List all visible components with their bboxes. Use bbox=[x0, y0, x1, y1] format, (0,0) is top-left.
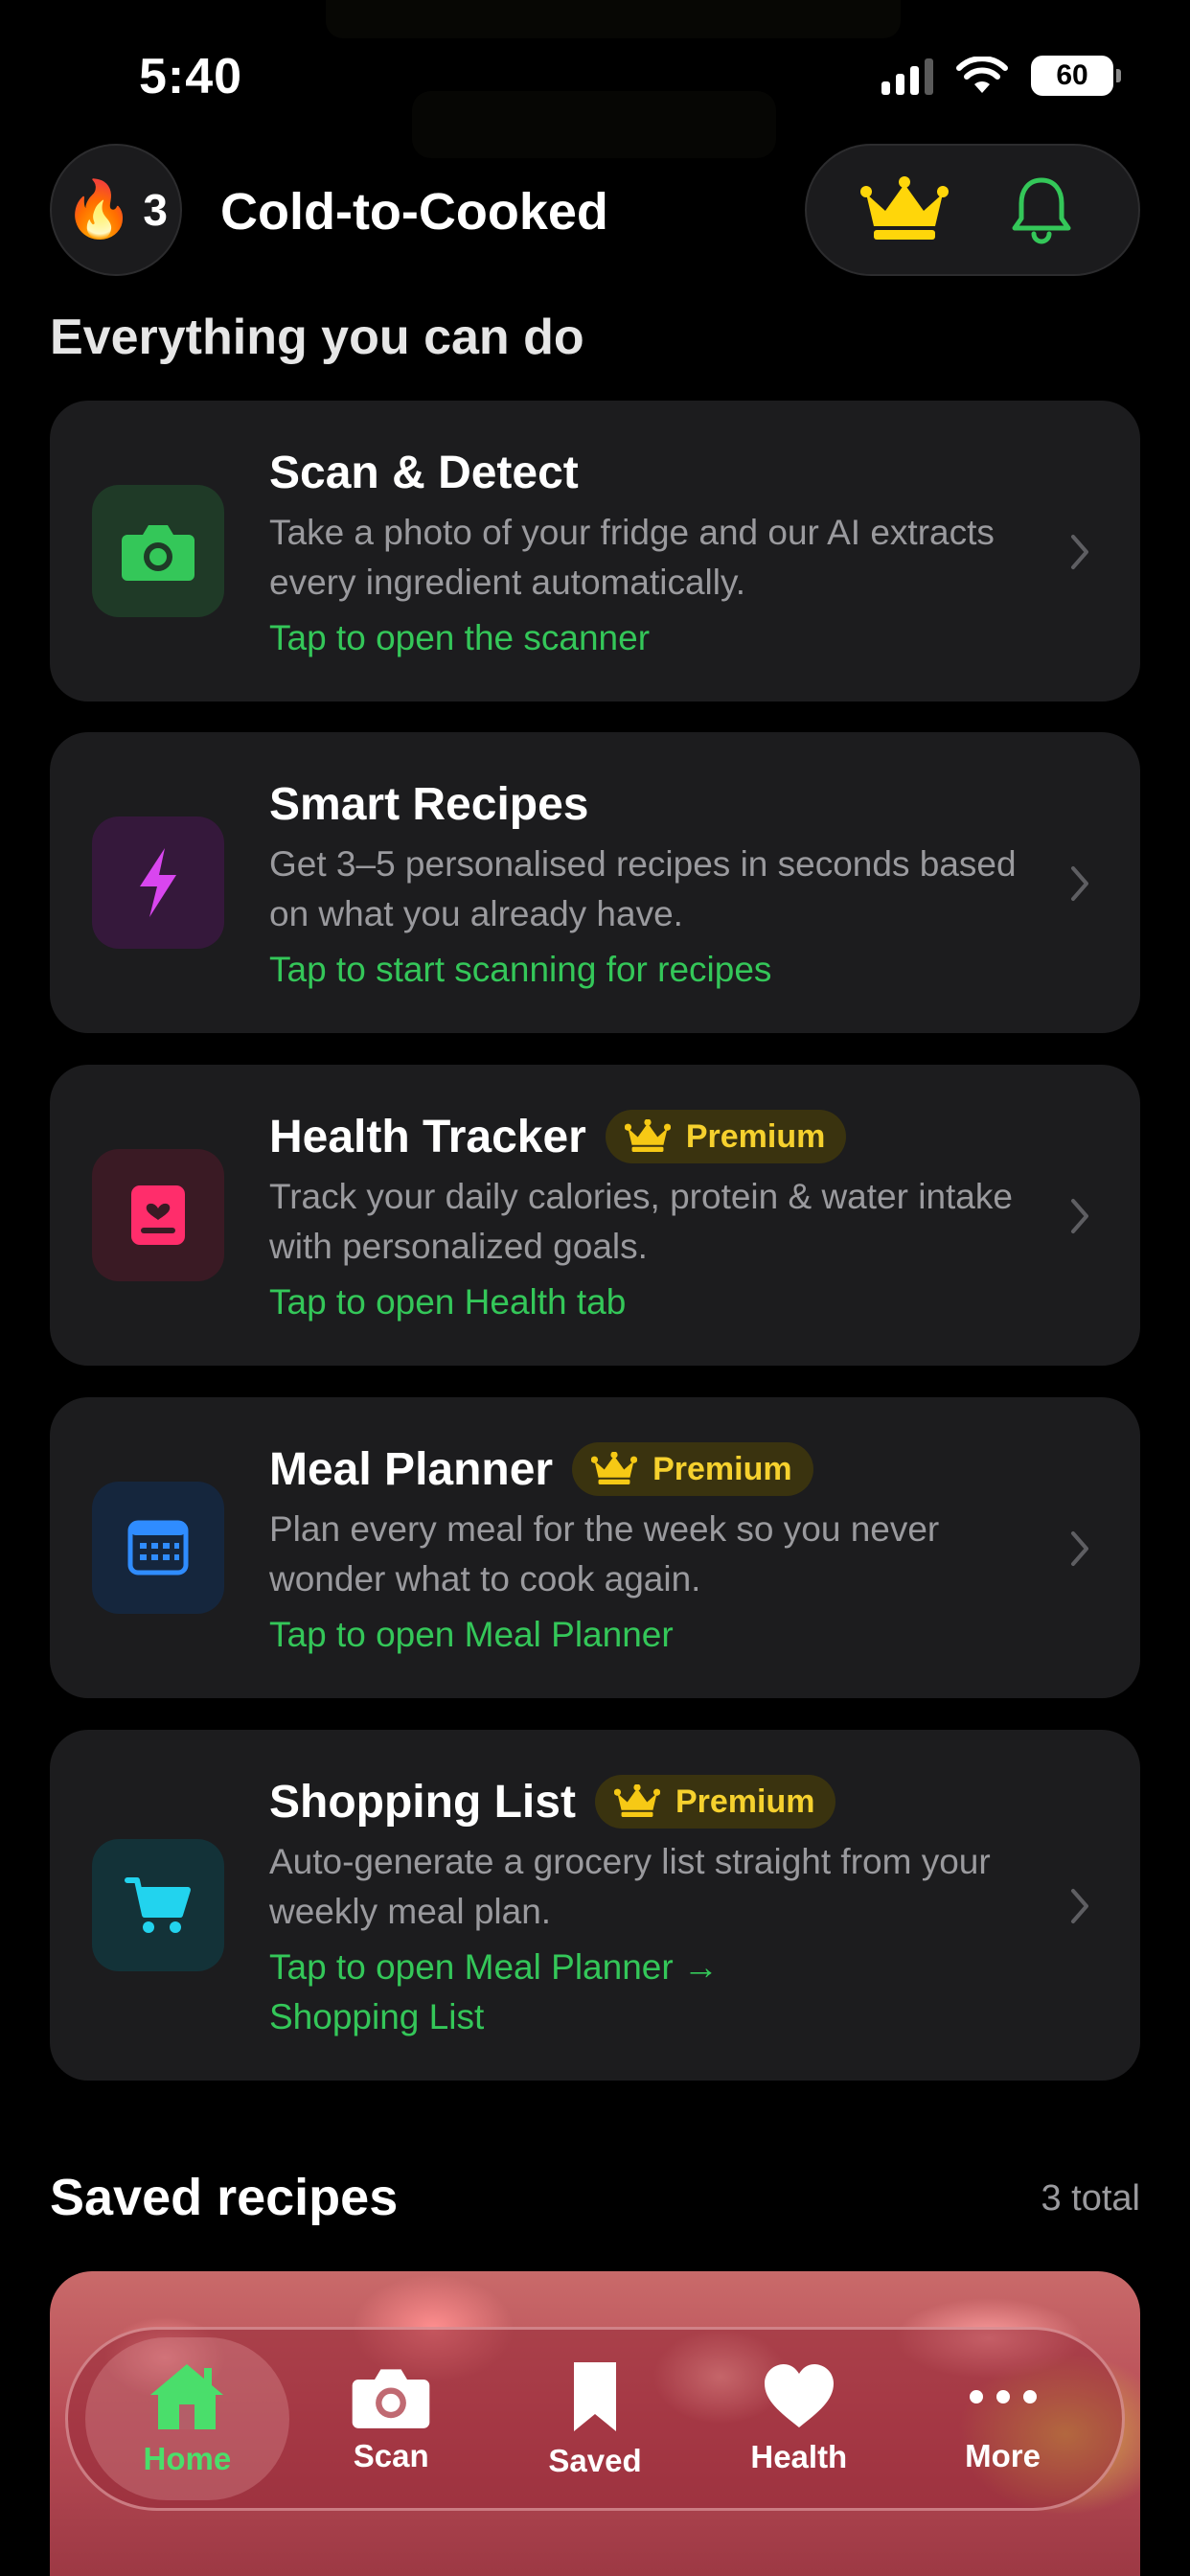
health-card-icon bbox=[92, 1149, 224, 1281]
tab-label: Health bbox=[750, 2439, 848, 2474]
premium-badge: Premium bbox=[594, 1775, 836, 1828]
more-icon bbox=[969, 2390, 1037, 2404]
tab-more[interactable]: More bbox=[901, 2337, 1105, 2500]
crown-icon bbox=[859, 176, 949, 240]
feature-description: Auto-generate a grocery list straight fr… bbox=[269, 1842, 991, 1931]
tab-bar: Home Scan Saved Health More bbox=[65, 2327, 1125, 2511]
section-title: Everything you can do bbox=[50, 310, 584, 365]
feature-title: Health Tracker bbox=[269, 1111, 586, 1162]
streak-count: 3 bbox=[143, 185, 168, 235]
feature-description: Track your daily calories, protein & wat… bbox=[269, 1177, 1013, 1266]
saved-recipes-count: 3 total bbox=[1041, 2178, 1140, 2219]
home-screen: 5:40 60 🔥 3 Cold-to-Cooked Everything yo… bbox=[0, 0, 1190, 2576]
flame-icon: 🔥 bbox=[64, 178, 134, 241]
premium-badge-label: Premium bbox=[675, 1782, 815, 1820]
bell-icon bbox=[1012, 177, 1070, 244]
feature-description: Take a photo of your fridge and our AI e… bbox=[269, 513, 995, 602]
battery-indicator: 60 bbox=[1031, 56, 1121, 96]
status-time: 5:40 bbox=[139, 49, 243, 104]
crown-icon bbox=[591, 1452, 638, 1484]
home-icon bbox=[150, 2364, 224, 2429]
streak-button[interactable]: 🔥 3 bbox=[50, 144, 182, 276]
feature-cta-link[interactable]: Tap to open Health tab bbox=[269, 1277, 1035, 1327]
crown-icon bbox=[624, 1119, 671, 1152]
chevron-right-icon bbox=[1071, 866, 1088, 901]
feature-title: Smart Recipes bbox=[269, 778, 589, 830]
camera-icon bbox=[352, 2369, 430, 2428]
calendar-icon bbox=[92, 1482, 224, 1614]
feature-card-smart-recipes[interactable]: Smart Recipes Get 3–5 personalised recip… bbox=[50, 732, 1140, 1033]
chevron-right-icon bbox=[1071, 535, 1088, 569]
heart-icon bbox=[764, 2364, 834, 2427]
feature-cta-link[interactable]: Tap to open Meal Planner → Shopping List bbox=[269, 1943, 806, 2042]
tab-label: Home bbox=[143, 2441, 232, 2476]
tab-label: Saved bbox=[548, 2443, 642, 2478]
app-title: Cold-to-Cooked bbox=[220, 183, 608, 241]
feature-cta-link[interactable]: Tap to open the scanner bbox=[269, 613, 1035, 663]
lightning-icon bbox=[92, 816, 224, 949]
tab-label: More bbox=[965, 2438, 1041, 2473]
tab-home[interactable]: Home bbox=[85, 2337, 289, 2500]
camera-icon bbox=[92, 485, 224, 617]
tab-saved[interactable]: Saved bbox=[493, 2337, 698, 2500]
wifi-icon bbox=[956, 57, 1008, 93]
premium-badge-label: Premium bbox=[685, 1117, 826, 1155]
chevron-right-icon bbox=[1071, 1889, 1088, 1923]
saved-recipes-title: Saved recipes bbox=[50, 2169, 399, 2226]
cart-icon bbox=[92, 1839, 224, 1971]
tab-label: Scan bbox=[353, 2438, 429, 2473]
header-actions bbox=[805, 144, 1140, 276]
feature-card-scan-detect[interactable]: Scan & Detect Take a photo of your fridg… bbox=[50, 401, 1140, 702]
tab-scan[interactable]: Scan bbox=[289, 2337, 493, 2500]
feature-description: Get 3–5 personalised recipes in seconds … bbox=[269, 844, 1017, 933]
feature-description: Plan every meal for the week so you neve… bbox=[269, 1509, 940, 1598]
feature-title: Scan & Detect bbox=[269, 447, 579, 498]
premium-button[interactable] bbox=[857, 162, 952, 258]
background-banner bbox=[326, 0, 901, 38]
status-icons: 60 bbox=[881, 56, 1121, 96]
feature-card-health-tracker[interactable]: Health Tracker Premium Track your daily … bbox=[50, 1065, 1140, 1366]
premium-badge: Premium bbox=[605, 1110, 847, 1163]
bookmark-icon bbox=[573, 2362, 616, 2431]
chevron-right-icon bbox=[1071, 1531, 1088, 1566]
premium-badge: Premium bbox=[572, 1442, 813, 1496]
notifications-button[interactable] bbox=[994, 162, 1089, 258]
cellular-signal-icon bbox=[881, 57, 933, 95]
feature-card-meal-planner[interactable]: Meal Planner Premium Plan every meal for… bbox=[50, 1397, 1140, 1698]
feature-cta-link[interactable]: Tap to start scanning for recipes bbox=[269, 945, 1035, 995]
feature-card-shopping-list[interactable]: Shopping List Premium Auto-generate a gr… bbox=[50, 1730, 1140, 2081]
feature-title: Meal Planner bbox=[269, 1443, 554, 1495]
background-banner-streak bbox=[412, 91, 776, 158]
feature-title: Shopping List bbox=[269, 1776, 576, 1828]
tab-health[interactable]: Health bbox=[697, 2337, 901, 2500]
premium-badge-label: Premium bbox=[652, 1450, 792, 1487]
crown-icon bbox=[613, 1784, 660, 1817]
chevron-right-icon bbox=[1071, 1199, 1088, 1233]
feature-cta-link[interactable]: Tap to open Meal Planner bbox=[269, 1610, 1035, 1660]
